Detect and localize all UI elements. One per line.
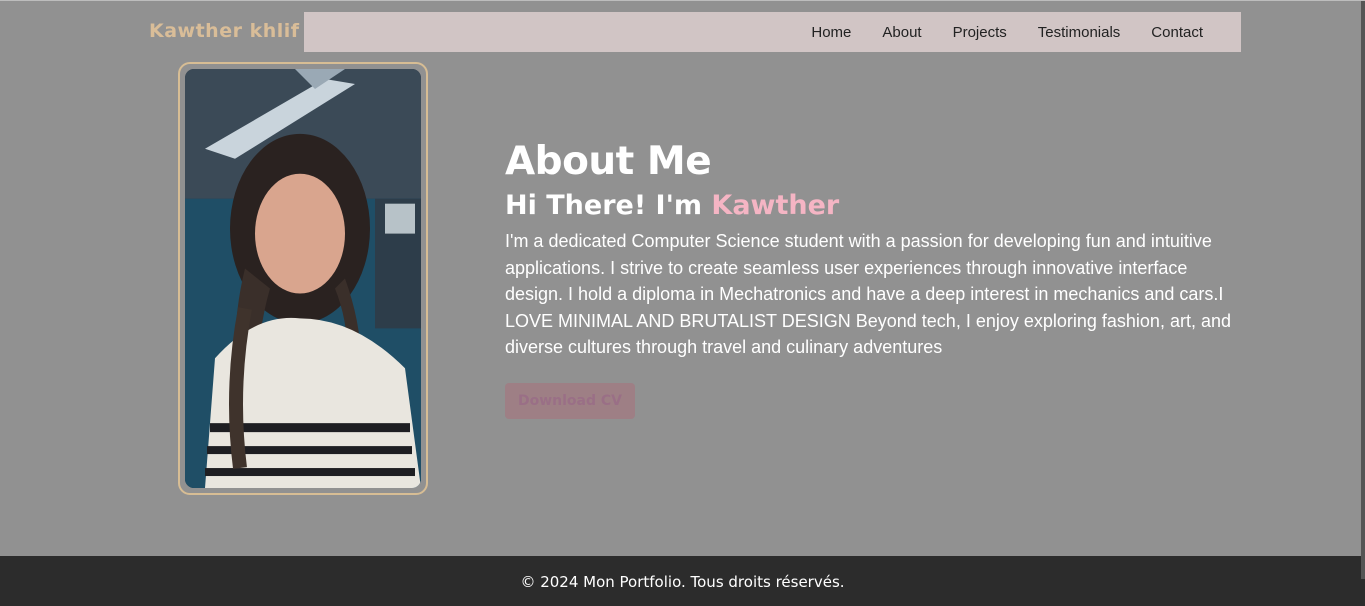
footer-text: © 2024 Mon Portfolio. Tous droits réserv… [520,572,845,591]
navbar: Home About Projects Testimonials Contact [304,12,1241,52]
nav-link-contact[interactable]: Contact [1151,24,1203,41]
greeting: Hi There! I'm Kawther [505,190,1250,221]
about-section: About Me Hi There! I'm Kawther I'm a ded… [505,139,1250,419]
profile-photo-frame [178,62,428,495]
bio-text: I'm a dedicated Computer Science student… [505,231,1231,358]
scrollbar[interactable] [1361,1,1365,579]
footer: © 2024 Mon Portfolio. Tous droits réserv… [0,556,1365,606]
nav-link-testimonials[interactable]: Testimonials [1038,24,1121,41]
nav-link-projects[interactable]: Projects [953,24,1007,41]
profile-photo [185,69,421,488]
download-cv-button[interactable]: Download CV [505,382,635,419]
greeting-prefix: Hi There! I'm [505,190,712,221]
nav-link-home[interactable]: Home [811,24,851,41]
about-title: About Me [505,139,712,184]
nav-link-about[interactable]: About [882,24,921,41]
logo[interactable]: Kawther khlif [149,20,300,42]
greeting-name: Kawther [711,190,840,221]
